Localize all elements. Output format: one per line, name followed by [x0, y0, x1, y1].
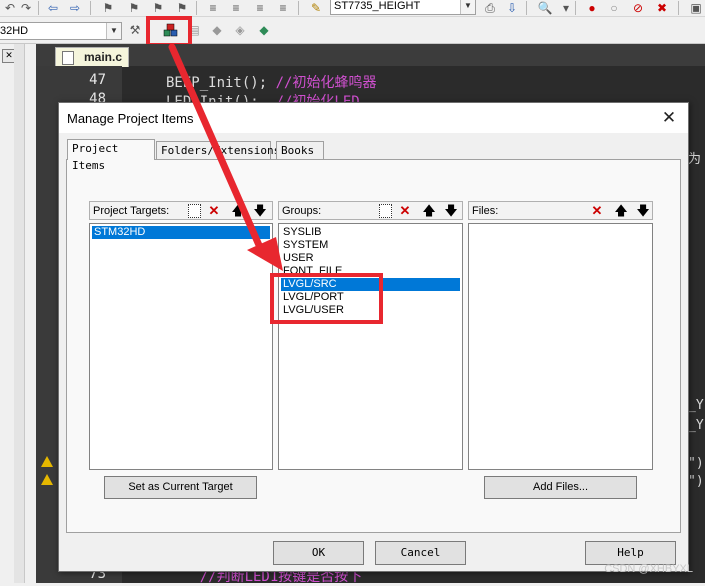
annotation-arrow: [168, 43, 283, 271]
annotation-arrow-shaft: [168, 43, 266, 256]
tab-project-items[interactable]: Project Items: [67, 139, 155, 172]
annotation-arrow-head: [247, 237, 283, 271]
watermark: CSDN @XHBYXL: [604, 563, 693, 575]
